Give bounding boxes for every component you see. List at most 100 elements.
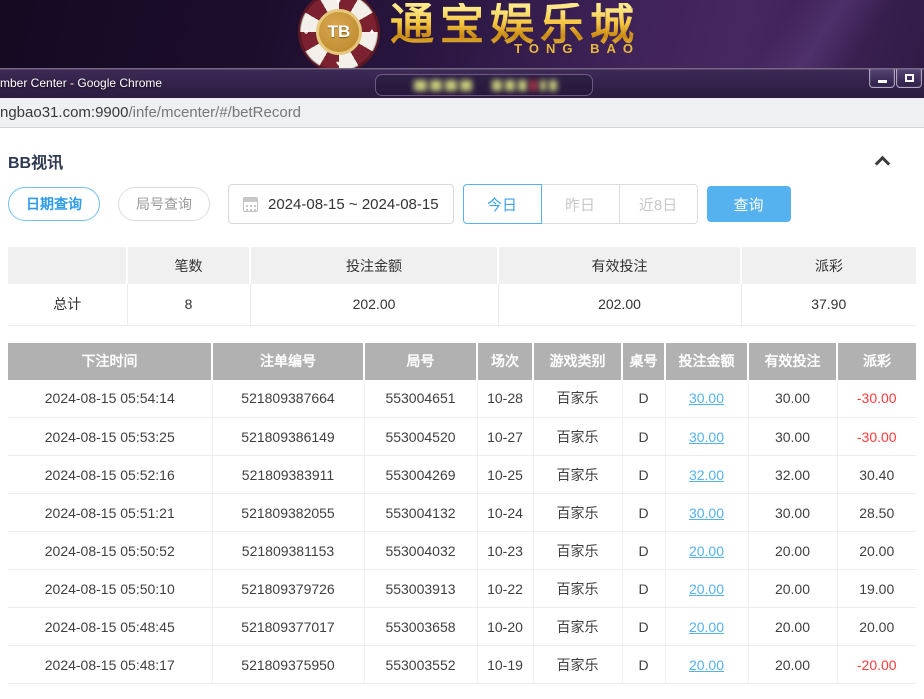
diamond-suit-icon: ♦ <box>370 27 374 36</box>
round-query-tab[interactable]: 局号查询 <box>118 187 210 221</box>
bet-amount-link[interactable]: 20.00 <box>689 657 724 673</box>
summary-column-header <box>8 247 127 284</box>
record-cell: 32.00 <box>748 456 837 494</box>
record-cell: 10-27 <box>477 418 533 456</box>
bet-amount-link[interactable]: 20.00 <box>689 543 724 559</box>
record-cell: 百家乐 <box>533 418 622 456</box>
record-cell: 2024-08-15 05:52:16 <box>8 456 212 494</box>
bet-amount-cell: 20.00 <box>665 608 748 646</box>
records-column-header: 注单编号 <box>212 343 364 380</box>
blurred-text-block <box>492 80 502 91</box>
record-cell: -30.00 <box>837 418 916 456</box>
record-cell: 2024-08-15 05:48:45 <box>8 608 212 646</box>
record-cell: 20.00 <box>837 608 916 646</box>
record-cell: 553003913 <box>364 570 477 608</box>
quick-date-button-近8日[interactable]: 近8日 <box>619 184 698 224</box>
brand-logo: ♥ ♥ ♠ ♦ TB 通宝娱乐城 TONG BAO <box>300 0 640 68</box>
blurred-text-block <box>518 80 527 91</box>
bet-amount-link[interactable]: 30.00 <box>689 505 724 521</box>
spade-suit-icon: ♠ <box>304 27 308 36</box>
record-cell: 30.00 <box>748 494 837 532</box>
bet-amount-cell: 32.00 <box>665 456 748 494</box>
brand-banner: ♥ ♥ ♠ ♦ TB 通宝娱乐城 TONG BAO <box>0 0 924 68</box>
summary-table: 笔数投注金额有效投注派彩 总计8202.00202.0037.90 <box>8 247 916 326</box>
record-cell: 553004032 <box>364 532 477 570</box>
window-title: mber Center - Google Chrome <box>0 76 162 90</box>
bet-amount-cell: 30.00 <box>665 418 748 456</box>
record-cell: 521809382055 <box>212 494 364 532</box>
record-row: 2024-08-15 05:48:45521809377017553003658… <box>8 608 916 646</box>
record-cell: 10-23 <box>477 532 533 570</box>
bet-amount-cell: 20.00 <box>665 646 748 684</box>
record-cell: 2024-08-15 05:51:21 <box>8 494 212 532</box>
record-row: 2024-08-15 05:51:21521809382055553004132… <box>8 494 916 532</box>
bet-amount-cell: 20.00 <box>665 532 748 570</box>
bet-amount-cell: 30.00 <box>665 380 748 418</box>
record-cell: 百家乐 <box>533 646 622 684</box>
record-cell: 10-22 <box>477 570 533 608</box>
record-cell: 28.50 <box>837 494 916 532</box>
record-cell: 553004132 <box>364 494 477 532</box>
maximize-icon <box>905 74 914 82</box>
blurred-text-block <box>549 80 557 91</box>
quick-date-button-昨日[interactable]: 昨日 <box>541 184 620 224</box>
records-column-header: 投注金额 <box>665 343 748 380</box>
window-controls <box>868 69 922 88</box>
bet-amount-link[interactable]: 32.00 <box>689 467 724 483</box>
record-cell: 19.00 <box>837 570 916 608</box>
record-cell: 2024-08-15 05:50:52 <box>8 532 212 570</box>
chevron-up-icon[interactable] <box>875 156 891 172</box>
record-cell: 2024-08-15 05:48:17 <box>8 646 212 684</box>
record-cell: 553004520 <box>364 418 477 456</box>
quick-date-group: 今日昨日近8日 <box>463 184 698 224</box>
record-cell: 30.00 <box>748 380 837 418</box>
window-titlebar: mber Center - Google Chrome <box>0 68 924 98</box>
records-column-header: 场次 <box>477 343 533 380</box>
bet-amount-link[interactable]: 20.00 <box>689 581 724 597</box>
section-title: BB视讯 <box>8 149 63 173</box>
record-cell: D <box>622 418 665 456</box>
bet-amount-cell: 30.00 <box>665 494 748 532</box>
bet-amount-link[interactable]: 20.00 <box>689 619 724 635</box>
bet-amount-cell: 20.00 <box>665 570 748 608</box>
heart-suit-icon: ♥ <box>336 59 341 68</box>
record-cell: 百家乐 <box>533 532 622 570</box>
record-cell: 2024-08-15 05:54:14 <box>8 380 212 418</box>
quick-date-button-今日[interactable]: 今日 <box>463 184 542 224</box>
blurred-text-block <box>414 80 427 91</box>
url-domain: ngbao31.com:9900 <box>0 104 128 121</box>
summary-cell: 202.00 <box>498 284 741 325</box>
records-column-header: 下注时间 <box>8 343 212 380</box>
summary-column-header: 有效投注 <box>498 247 741 284</box>
record-cell: D <box>622 608 665 646</box>
record-row: 2024-08-15 05:50:52521809381153553004032… <box>8 532 916 570</box>
section-header: BB视讯 <box>8 128 916 174</box>
records-column-header: 局号 <box>364 343 477 380</box>
record-row: 2024-08-15 05:53:25521809386149553004520… <box>8 418 916 456</box>
record-cell: 10-28 <box>477 380 533 418</box>
url-path: /infe/mcenter/#/betRecord <box>128 104 301 121</box>
address-bar[interactable]: ngbao31.com:9900/infe/mcenter/#/betRecor… <box>0 98 924 128</box>
record-cell: 百家乐 <box>533 608 622 646</box>
bet-amount-link[interactable]: 30.00 <box>689 390 724 406</box>
record-cell: -20.00 <box>837 646 916 684</box>
records-column-header: 有效投注 <box>748 343 837 380</box>
records-column-header: 派彩 <box>837 343 916 380</box>
minimize-button[interactable] <box>869 69 895 88</box>
record-cell: 20.00 <box>837 532 916 570</box>
date-query-tab[interactable]: 日期查询 <box>8 187 100 221</box>
blurred-text-block <box>430 80 442 91</box>
maximize-button[interactable] <box>896 69 922 88</box>
bet-amount-link[interactable]: 30.00 <box>689 429 724 445</box>
record-cell: 2024-08-15 05:50:10 <box>8 570 212 608</box>
records-column-header: 游戏类别 <box>533 343 622 380</box>
date-range-input[interactable]: 2024-08-15 ~ 2024-08-15 <box>228 184 454 224</box>
summary-cell: 总计 <box>8 284 127 325</box>
summary-column-header: 笔数 <box>127 247 250 284</box>
heart-suit-icon: ♥ <box>336 0 341 6</box>
record-row: 2024-08-15 05:48:17521809375950553003552… <box>8 646 916 684</box>
record-cell: 553003552 <box>364 646 477 684</box>
record-cell: D <box>622 646 665 684</box>
record-cell: 553004651 <box>364 380 477 418</box>
search-button[interactable]: 查询 <box>707 186 791 222</box>
